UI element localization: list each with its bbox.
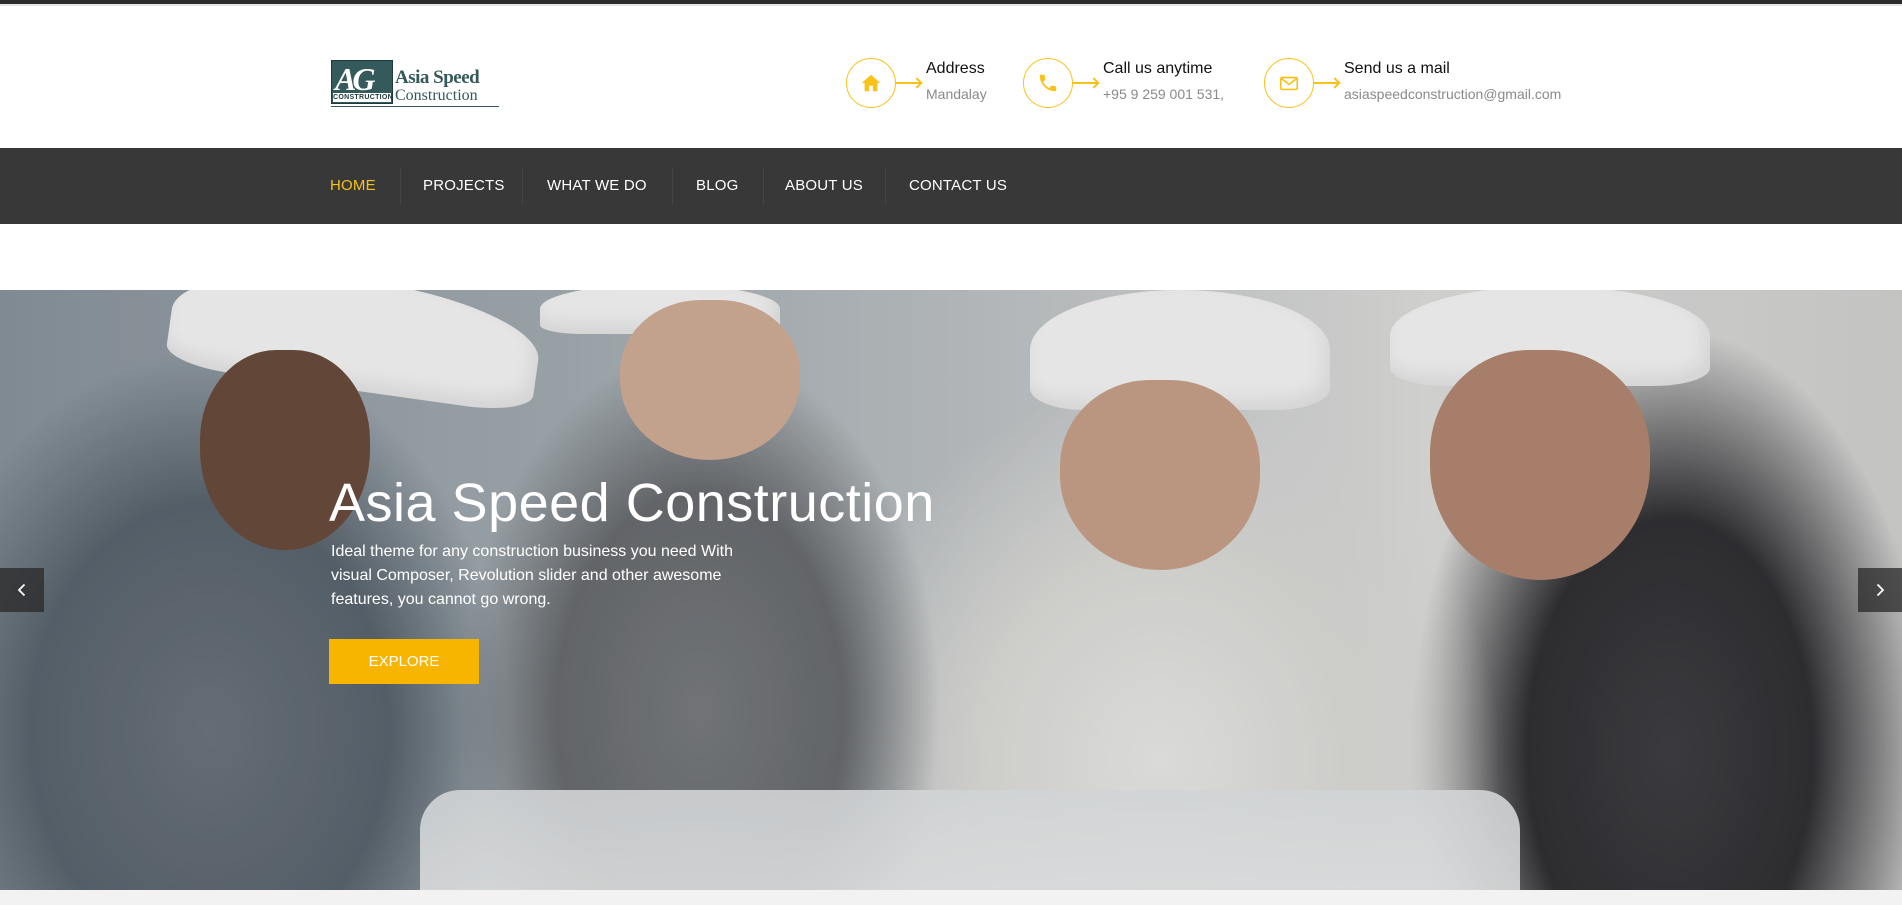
hero-overlay bbox=[0, 290, 1902, 890]
hero-title: Asia Speed Construction bbox=[329, 473, 935, 533]
site-header: AG CONSTRUCTION Asia Speed Construction … bbox=[0, 6, 1902, 148]
arrow-right-icon bbox=[1073, 82, 1097, 84]
nav-item-home[interactable]: HOME bbox=[330, 148, 376, 224]
contact-mail-label: Send us a mail bbox=[1344, 60, 1450, 77]
contact-mail-value[interactable]: asiaspeedconstruction@gmail.com bbox=[1344, 86, 1561, 102]
nav-divider bbox=[522, 168, 523, 204]
nav-item-about-us[interactable]: ABOUT US bbox=[785, 148, 863, 224]
slider-prev-button[interactable] bbox=[0, 568, 44, 612]
arrow-right-icon bbox=[1314, 82, 1338, 84]
site-logo[interactable]: AG CONSTRUCTION Asia Speed Construction bbox=[331, 53, 499, 107]
logo-text-line2: Construction bbox=[395, 87, 478, 104]
contact-address-label: Address bbox=[926, 60, 985, 77]
explore-button[interactable]: EXPLORE bbox=[329, 639, 479, 684]
chevron-left-icon bbox=[17, 583, 26, 597]
nav-item-what-we-do[interactable]: WHAT WE DO bbox=[547, 148, 647, 224]
hero-slider: Asia Speed Construction Ideal theme for … bbox=[0, 290, 1902, 890]
logo-mark-letters: AG bbox=[335, 61, 376, 97]
nav-item-projects[interactable]: PROJECTS bbox=[423, 148, 505, 224]
slider-next-button[interactable] bbox=[1858, 568, 1902, 612]
contact-phone-label: Call us anytime bbox=[1103, 60, 1213, 77]
nav-item-contact-us[interactable]: CONTACT US bbox=[909, 148, 1007, 224]
nav-divider bbox=[885, 168, 886, 204]
contact-address-value: Mandalay bbox=[926, 86, 987, 102]
nav-item-blog[interactable]: BLOG bbox=[696, 148, 738, 224]
hero-description: Ideal theme for any construction busines… bbox=[331, 543, 733, 608]
nav-divider bbox=[400, 168, 401, 204]
nav-divider bbox=[763, 168, 764, 204]
home-icon bbox=[846, 58, 896, 108]
envelope-icon bbox=[1264, 58, 1314, 108]
logo-text-line1: Asia Speed bbox=[395, 67, 480, 88]
logo-underline bbox=[331, 106, 499, 107]
section-divider bbox=[0, 890, 1902, 905]
chevron-right-icon bbox=[1876, 583, 1885, 597]
main-navigation: HOME PROJECTS WHAT WE DO BLOG ABOUT US C… bbox=[0, 148, 1902, 224]
contact-phone-value[interactable]: +95 9 259 001 531, bbox=[1103, 86, 1224, 102]
arrow-right-icon bbox=[896, 82, 920, 84]
logo-mark-sub: CONSTRUCTION bbox=[333, 93, 393, 102]
phone-icon bbox=[1023, 58, 1073, 108]
nav-divider bbox=[672, 168, 673, 204]
logo-mark: AG CONSTRUCTION bbox=[331, 60, 393, 104]
